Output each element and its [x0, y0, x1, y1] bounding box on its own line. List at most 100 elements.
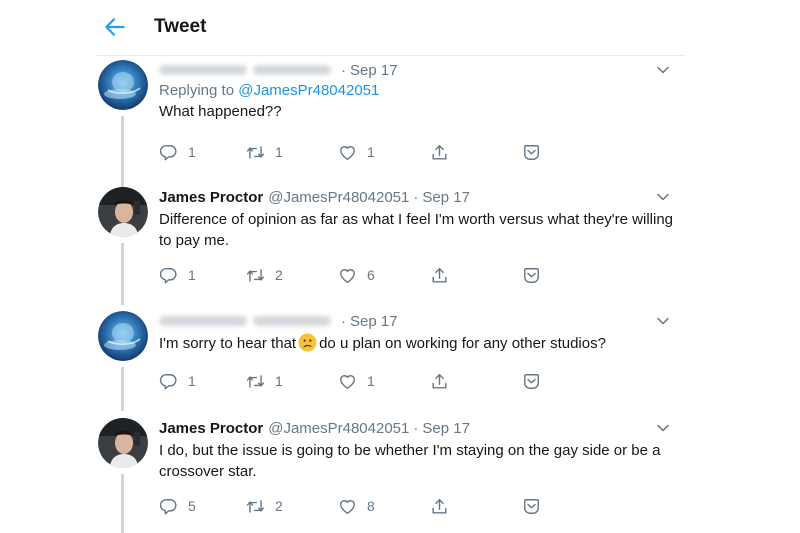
heart-icon [338, 143, 357, 162]
chevron-down-icon[interactable] [653, 418, 673, 438]
retweet-button[interactable]: 2 [246, 265, 283, 285]
tweet-actions: 1 2 6 [159, 265, 559, 285]
tweet-text: I'm sorry to hear that do u plan on worki… [159, 333, 679, 354]
avatar[interactable] [98, 311, 148, 361]
back-arrow-icon[interactable] [102, 14, 128, 40]
reply-icon [159, 143, 178, 162]
retweet-icon [246, 372, 265, 391]
share-icon [430, 266, 449, 285]
tweet-1[interactable]: · Sep 17 Replying to @JamesPr48042051 Wh… [96, 60, 686, 188]
like-count: 1 [367, 144, 375, 160]
author-handle[interactable]: @JamesPr48042051 [268, 189, 409, 206]
redacted-handle [253, 65, 331, 75]
message-icon [522, 266, 541, 285]
tweet-actions: 5 2 8 [159, 496, 559, 516]
like-button[interactable]: 1 [338, 142, 375, 162]
message-icon [522, 372, 541, 391]
like-count: 8 [367, 498, 375, 514]
like-count: 1 [367, 373, 375, 389]
share-icon [430, 372, 449, 391]
retweet-icon [246, 266, 265, 285]
retweet-count: 1 [275, 144, 283, 160]
direct-message-button[interactable] [522, 265, 541, 285]
reply-button[interactable]: 5 [159, 496, 196, 516]
reply-icon [159, 266, 178, 285]
tweet-date[interactable]: Sep 17 [350, 313, 398, 330]
tweet-meta: · Sep 17 [159, 60, 679, 80]
tweet-3[interactable]: · Sep 17 I'm sorry to hear that do u plan… [96, 311, 686, 411]
redacted-name [159, 316, 247, 326]
tweet-date[interactable]: Sep 17 [350, 62, 398, 79]
tweet-date[interactable]: Sep 17 [422, 420, 470, 437]
chevron-down-icon[interactable] [653, 60, 673, 80]
message-icon [522, 497, 541, 516]
direct-message-button[interactable] [522, 496, 541, 516]
tweet-date[interactable]: Sep 17 [422, 189, 470, 206]
mention-link[interactable]: @JamesPr48042051 [238, 82, 379, 99]
reply-button[interactable]: 1 [159, 142, 196, 162]
author-handle[interactable]: @JamesPr48042051 [268, 420, 409, 437]
like-button[interactable]: 8 [338, 496, 375, 516]
share-icon [430, 143, 449, 162]
retweet-icon [246, 143, 265, 162]
tweet-actions: 1 1 1 [159, 371, 559, 391]
share-button[interactable] [430, 371, 449, 391]
thread-line [121, 243, 124, 305]
like-button[interactable]: 1 [338, 371, 375, 391]
direct-message-button[interactable] [522, 371, 541, 391]
like-count: 6 [367, 267, 375, 283]
author-name[interactable]: James Proctor [159, 420, 263, 437]
tweet-meta: James Proctor @JamesPr48042051 · Sep 17 [159, 418, 679, 438]
retweet-count: 1 [275, 373, 283, 389]
heart-icon [338, 266, 357, 285]
chevron-down-icon[interactable] [653, 187, 673, 207]
tweet-meta: · Sep 17 [159, 311, 679, 331]
share-button[interactable] [430, 142, 449, 162]
reply-icon [159, 497, 178, 516]
reply-count: 1 [188, 373, 196, 389]
share-button[interactable] [430, 265, 449, 285]
direct-message-button[interactable] [522, 142, 541, 162]
retweet-count: 2 [275, 498, 283, 514]
page-title: Tweet [154, 16, 207, 37]
tweet-text: Difference of opinion as far as what I f… [159, 211, 674, 249]
heart-icon [338, 497, 357, 516]
heart-icon [338, 372, 357, 391]
redacted-handle [253, 316, 331, 326]
thread-line [121, 474, 124, 533]
reply-count: 1 [188, 144, 196, 160]
redacted-name [159, 65, 247, 75]
reply-button[interactable]: 1 [159, 265, 196, 285]
separator: · [341, 312, 346, 330]
thread-line [121, 116, 124, 188]
author-name[interactable]: James Proctor [159, 189, 263, 206]
confused-face-emoji-icon [298, 333, 317, 352]
replying-to: Replying to @JamesPr48042051 [159, 82, 679, 99]
retweet-icon [246, 497, 265, 516]
replying-to-label: Replying to [159, 82, 239, 99]
tweet-text: What happened?? [159, 103, 282, 120]
retweet-button[interactable]: 1 [246, 142, 283, 162]
tweet-text: I do, but the issue is going to be wheth… [159, 442, 661, 480]
reply-count: 1 [188, 267, 196, 283]
avatar[interactable] [98, 418, 148, 468]
separator: · [341, 61, 346, 79]
retweet-button[interactable]: 1 [246, 371, 283, 391]
tweet-actions: 1 1 1 [159, 142, 559, 162]
avatar[interactable] [98, 60, 148, 110]
retweet-button[interactable]: 2 [246, 496, 283, 516]
tweet-4[interactable]: James Proctor @JamesPr48042051 · Sep 17 … [96, 418, 686, 533]
reply-button[interactable]: 1 [159, 371, 196, 391]
avatar[interactable] [98, 187, 148, 237]
separator: · [413, 188, 419, 206]
like-button[interactable]: 6 [338, 265, 375, 285]
share-button[interactable] [430, 496, 449, 516]
tweet-text-part: do u plan on working for any other studi… [319, 335, 606, 352]
page-header: Tweet [96, 0, 686, 56]
tweet-2[interactable]: James Proctor @JamesPr48042051 · Sep 17 … [96, 187, 686, 305]
share-icon [430, 497, 449, 516]
thread-line [121, 367, 124, 411]
separator: · [413, 419, 419, 437]
chevron-down-icon[interactable] [653, 311, 673, 331]
tweet-text-part: I'm sorry to hear that [159, 335, 297, 352]
